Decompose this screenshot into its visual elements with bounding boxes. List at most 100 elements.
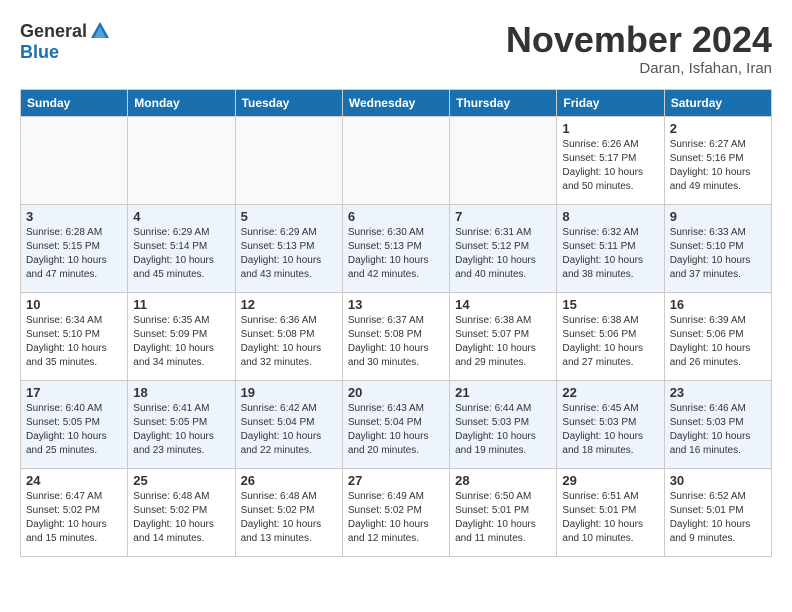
day-info: Sunrise: 6:29 AM Sunset: 5:13 PM Dayligh… [241, 226, 337, 282]
calendar-cell: 1 Sunrise: 6:26 AM Sunset: 5:17 PM Daylig… [557, 116, 664, 204]
day-info: Sunrise: 6:36 AM Sunset: 5:08 PM Dayligh… [241, 314, 337, 370]
day-info: Sunrise: 6:33 AM Sunset: 5:10 PM Dayligh… [670, 226, 766, 282]
calendar-week-row: 24 Sunrise: 6:47 AM Sunset: 5:02 PM Dayli… [21, 468, 772, 556]
day-info: Sunrise: 6:48 AM Sunset: 5:02 PM Dayligh… [133, 490, 229, 546]
calendar-cell: 28Sunrise: 6:50 AM Sunset: 5:01 PM Dayli… [450, 468, 557, 556]
day-number: 21 [455, 385, 551, 400]
location-subtitle: Daran, Isfahan, Iran [506, 60, 772, 77]
calendar-cell: 4 Sunrise: 6:29 AM Sunset: 5:14 PM Daylig… [128, 204, 235, 292]
calendar-page: General Blue November 2024 Daran, Isfaha… [0, 0, 792, 567]
day-info: Sunrise: 6:48 AM Sunset: 5:02 PM Dayligh… [241, 490, 337, 546]
day-number: 12 [241, 297, 337, 312]
calendar-cell: 19 Sunrise: 6:42 AM Sunset: 5:04 PM Dayli… [235, 380, 342, 468]
weekday-wednesday: Wednesday [342, 89, 449, 116]
calendar-week-row: 3 Sunrise: 6:28 AM Sunset: 5:15 PM Daylig… [21, 204, 772, 292]
day-number: 24 [26, 473, 122, 488]
day-info: Sunrise: 6:51 AM Sunset: 5:01 PM Dayligh… [562, 490, 658, 546]
calendar-cell: 16 Sunrise: 6:39 AM Sunset: 5:06 PM Dayli… [664, 292, 771, 380]
day-info: Sunrise: 6:41 AM Sunset: 5:05 PM Dayligh… [133, 402, 229, 458]
day-info: Sunrise: 6:42 AM Sunset: 5:04 PM Dayligh… [241, 402, 337, 458]
weekday-monday: Monday [128, 89, 235, 116]
day-info: Sunrise: 6:39 AM Sunset: 5:06 PM Dayligh… [670, 314, 766, 370]
day-number: 6 [348, 209, 444, 224]
day-number: 8 [562, 209, 658, 224]
day-info: Sunrise: 6:47 AM Sunset: 5:02 PM Dayligh… [26, 490, 122, 546]
day-number: 11 [133, 297, 229, 312]
day-number: 20 [348, 385, 444, 400]
day-number: 4 [133, 209, 229, 224]
calendar-cell: 7Sunrise: 6:31 AM Sunset: 5:12 PM Daylig… [450, 204, 557, 292]
calendar-cell: 24 Sunrise: 6:47 AM Sunset: 5:02 PM Dayli… [21, 468, 128, 556]
calendar-cell [128, 116, 235, 204]
day-info: Sunrise: 6:35 AM Sunset: 5:09 PM Dayligh… [133, 314, 229, 370]
day-number: 5 [241, 209, 337, 224]
calendar-cell: 26 Sunrise: 6:48 AM Sunset: 5:02 PM Dayli… [235, 468, 342, 556]
calendar-cell: 29Sunrise: 6:51 AM Sunset: 5:01 PM Dayli… [557, 468, 664, 556]
calendar-cell: 6 Sunrise: 6:30 AM Sunset: 5:13 PM Daylig… [342, 204, 449, 292]
weekday-friday: Friday [557, 89, 664, 116]
calendar-cell: 3 Sunrise: 6:28 AM Sunset: 5:15 PM Daylig… [21, 204, 128, 292]
day-number: 17 [26, 385, 122, 400]
day-info: Sunrise: 6:30 AM Sunset: 5:13 PM Dayligh… [348, 226, 444, 282]
day-info: Sunrise: 6:34 AM Sunset: 5:10 PM Dayligh… [26, 314, 122, 370]
calendar-week-row: 1 Sunrise: 6:26 AM Sunset: 5:17 PM Daylig… [21, 116, 772, 204]
calendar-cell: 8 Sunrise: 6:32 AM Sunset: 5:11 PM Daylig… [557, 204, 664, 292]
logo: General Blue [20, 20, 111, 63]
day-number: 30 [670, 473, 766, 488]
logo-icon [89, 20, 111, 42]
day-number: 19 [241, 385, 337, 400]
day-info: Sunrise: 6:32 AM Sunset: 5:11 PM Dayligh… [562, 226, 658, 282]
calendar-cell: 2 Sunrise: 6:27 AM Sunset: 5:16 PM Daylig… [664, 116, 771, 204]
weekday-header-row: SundayMondayTuesdayWednesdayThursdayFrid… [21, 89, 772, 116]
calendar-cell: 14 Sunrise: 6:38 AM Sunset: 5:07 PM Dayli… [450, 292, 557, 380]
calendar-cell: 12 Sunrise: 6:36 AM Sunset: 5:08 PM Dayli… [235, 292, 342, 380]
calendar-cell: 5 Sunrise: 6:29 AM Sunset: 5:13 PM Daylig… [235, 204, 342, 292]
day-number: 7 [455, 209, 551, 224]
day-info: Sunrise: 6:26 AM Sunset: 5:17 PM Dayligh… [562, 138, 658, 194]
day-number: 10 [26, 297, 122, 312]
day-number: 1 [562, 121, 658, 136]
month-title: November 2024 [506, 20, 772, 60]
day-info: Sunrise: 6:46 AM Sunset: 5:03 PM Dayligh… [670, 402, 766, 458]
day-number: 27 [348, 473, 444, 488]
day-number: 15 [562, 297, 658, 312]
day-info: Sunrise: 6:38 AM Sunset: 5:07 PM Dayligh… [455, 314, 551, 370]
day-info: Sunrise: 6:28 AM Sunset: 5:15 PM Dayligh… [26, 226, 122, 282]
calendar-cell: 21Sunrise: 6:44 AM Sunset: 5:03 PM Dayli… [450, 380, 557, 468]
day-info: Sunrise: 6:40 AM Sunset: 5:05 PM Dayligh… [26, 402, 122, 458]
day-info: Sunrise: 6:29 AM Sunset: 5:14 PM Dayligh… [133, 226, 229, 282]
day-number: 14 [455, 297, 551, 312]
day-info: Sunrise: 6:43 AM Sunset: 5:04 PM Dayligh… [348, 402, 444, 458]
logo-blue-text: Blue [20, 42, 59, 63]
calendar-cell: 9 Sunrise: 6:33 AM Sunset: 5:10 PM Daylig… [664, 204, 771, 292]
day-number: 25 [133, 473, 229, 488]
calendar-cell: 10 Sunrise: 6:34 AM Sunset: 5:10 PM Dayli… [21, 292, 128, 380]
calendar-cell: 30 Sunrise: 6:52 AM Sunset: 5:01 PM Dayli… [664, 468, 771, 556]
day-info: Sunrise: 6:50 AM Sunset: 5:01 PM Dayligh… [455, 490, 551, 546]
calendar-cell: 20 Sunrise: 6:43 AM Sunset: 5:04 PM Dayli… [342, 380, 449, 468]
day-info: Sunrise: 6:52 AM Sunset: 5:01 PM Dayligh… [670, 490, 766, 546]
logo-general-text: General [20, 21, 87, 42]
day-number: 9 [670, 209, 766, 224]
day-number: 2 [670, 121, 766, 136]
calendar-cell: 25 Sunrise: 6:48 AM Sunset: 5:02 PM Dayli… [128, 468, 235, 556]
calendar-cell: 13Sunrise: 6:37 AM Sunset: 5:08 PM Dayli… [342, 292, 449, 380]
calendar-cell [450, 116, 557, 204]
day-info: Sunrise: 6:49 AM Sunset: 5:02 PM Dayligh… [348, 490, 444, 546]
day-number: 16 [670, 297, 766, 312]
day-number: 23 [670, 385, 766, 400]
day-info: Sunrise: 6:37 AM Sunset: 5:08 PM Dayligh… [348, 314, 444, 370]
weekday-saturday: Saturday [664, 89, 771, 116]
calendar-cell: 15 Sunrise: 6:38 AM Sunset: 5:06 PM Dayli… [557, 292, 664, 380]
day-info: Sunrise: 6:38 AM Sunset: 5:06 PM Dayligh… [562, 314, 658, 370]
day-number: 26 [241, 473, 337, 488]
calendar-cell [235, 116, 342, 204]
calendar-cell [342, 116, 449, 204]
calendar-cell: 17 Sunrise: 6:40 AM Sunset: 5:05 PM Dayli… [21, 380, 128, 468]
calendar-table: SundayMondayTuesdayWednesdayThursdayFrid… [20, 89, 772, 557]
day-info: Sunrise: 6:27 AM Sunset: 5:16 PM Dayligh… [670, 138, 766, 194]
day-info: Sunrise: 6:45 AM Sunset: 5:03 PM Dayligh… [562, 402, 658, 458]
day-number: 3 [26, 209, 122, 224]
calendar-cell [21, 116, 128, 204]
calendar-cell: 18Sunrise: 6:41 AM Sunset: 5:05 PM Dayli… [128, 380, 235, 468]
